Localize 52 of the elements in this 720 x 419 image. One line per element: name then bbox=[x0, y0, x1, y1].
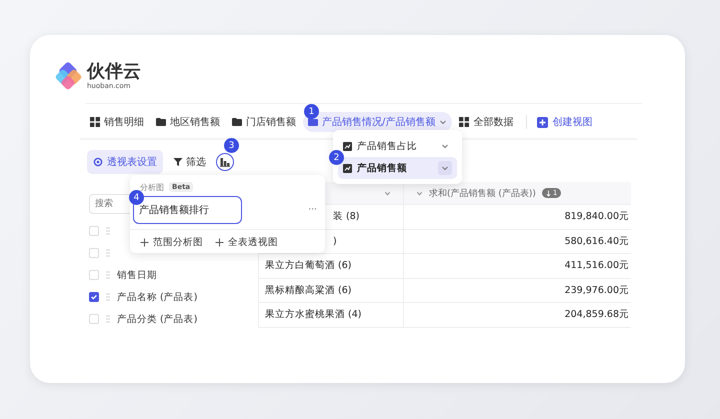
settings-icon bbox=[93, 157, 103, 167]
field-label: 产品名称 (产品表) bbox=[117, 290, 198, 304]
add-button[interactable]: 范围分析图 bbox=[140, 236, 203, 249]
table-cell-text: 204,859.68元 bbox=[564, 308, 630, 322]
chart-button[interactable] bbox=[216, 153, 234, 171]
drag-handle-icon[interactable] bbox=[106, 227, 110, 235]
view-tab[interactable]: 销售明细 bbox=[85, 112, 149, 132]
chevron-icon[interactable] bbox=[384, 190, 391, 196]
table-cell-text: 239,976.00元 bbox=[564, 284, 630, 298]
grid-icon bbox=[90, 117, 100, 127]
step-number: 1 bbox=[304, 104, 319, 119]
more-button[interactable]: ··· bbox=[308, 205, 317, 215]
drag-handle-icon[interactable] bbox=[106, 271, 110, 279]
plus-icon bbox=[215, 238, 224, 247]
field-label: 销售日期 bbox=[117, 268, 157, 282]
menu-item[interactable]: 产品销售额 bbox=[338, 157, 457, 179]
view-tab[interactable]: 全部数据 bbox=[454, 112, 518, 132]
section-title: 分析图 bbox=[140, 182, 164, 192]
step-number: 3 bbox=[224, 138, 239, 153]
view-tab[interactable]: 门店销售额 bbox=[227, 112, 301, 132]
drag-handle-icon[interactable] bbox=[106, 249, 110, 257]
step-number: 2 bbox=[329, 150, 344, 165]
create-view-button[interactable]: 创建视图 bbox=[535, 112, 594, 132]
filter-button[interactable]: 筛选 bbox=[171, 151, 208, 173]
drag-handle-icon[interactable] bbox=[106, 315, 110, 323]
plus-icon bbox=[537, 116, 548, 128]
chevron-icon[interactable] bbox=[416, 190, 423, 196]
field-label: 产品分类 (产品表) bbox=[117, 312, 198, 326]
caret-icon[interactable] bbox=[438, 161, 452, 175]
table-cell: 果立方白葡萄酒 (6) bbox=[259, 254, 404, 278]
chart-view-icon bbox=[343, 142, 352, 150]
chart-icon bbox=[220, 157, 230, 167]
logo-icon bbox=[55, 62, 83, 90]
logo-name: 伙伴云 bbox=[87, 62, 141, 80]
plus-icon bbox=[140, 238, 149, 247]
table-cell: 黑标精酿高粱酒 (6) bbox=[259, 278, 404, 302]
filter-icon bbox=[173, 157, 183, 167]
folder-icon bbox=[308, 118, 318, 126]
table-cell-text: 411,516.00元 bbox=[564, 259, 630, 274]
table-cell-text: 580,616.40元 bbox=[564, 234, 630, 249]
pivot-settings-button[interactable]: 透视表设置 bbox=[87, 150, 163, 174]
grid-icon bbox=[459, 117, 470, 127]
folder-icon bbox=[232, 118, 242, 126]
chart-view-icon bbox=[343, 164, 352, 172]
drag-handle-icon[interactable] bbox=[106, 293, 110, 301]
table-cell: 果立方水蜜桃果酒 (4) bbox=[259, 303, 404, 326]
folder-icon bbox=[156, 118, 166, 126]
checkbox[interactable] bbox=[89, 292, 99, 302]
caret-icon bbox=[439, 118, 448, 126]
column-header: 求和(产品销售额 (产品表)) bbox=[429, 188, 536, 200]
table-cell-text: 819,840.00元 bbox=[564, 210, 630, 224]
view-tab[interactable]: 地区销售额 bbox=[151, 112, 225, 132]
